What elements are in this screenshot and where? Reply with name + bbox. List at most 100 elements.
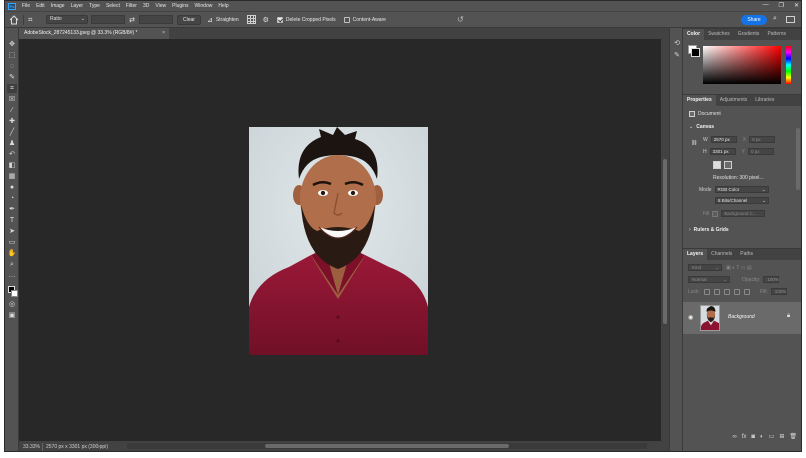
- tab-channels[interactable]: Channels: [707, 249, 736, 260]
- menu-select[interactable]: Select: [103, 3, 123, 9]
- layer-kind-filter[interactable]: Kind ⌄: [688, 264, 722, 271]
- pen-tool-icon[interactable]: ✒: [7, 205, 17, 214]
- lock-position-icon[interactable]: [723, 288, 730, 295]
- eyedropper-tool-icon[interactable]: ⁄: [7, 106, 17, 115]
- tab-paths[interactable]: Paths: [736, 249, 757, 260]
- link-icon[interactable]: ∞: [732, 434, 736, 440]
- document-image[interactable]: [249, 127, 428, 355]
- menu-filter[interactable]: Filter: [123, 3, 140, 9]
- opacity-field[interactable]: 100%: [763, 276, 780, 283]
- vertical-scrollbar[interactable]: [661, 39, 669, 441]
- more-tools-icon[interactable]: …: [7, 271, 17, 280]
- lock-transparent-icon[interactable]: [703, 288, 710, 295]
- horizontal-scrollbar[interactable]: [127, 443, 647, 449]
- document-tab[interactable]: AdobeStock_287245133.jpeg @ 33.3% (RGB/8…: [19, 28, 169, 39]
- rulers-grids-header[interactable]: › Rulers & Grids: [689, 227, 729, 233]
- tab-adjustments[interactable]: Adjustments: [716, 95, 752, 106]
- history-panel-icon[interactable]: ⟲: [673, 40, 681, 48]
- tab-properties[interactable]: Properties: [683, 95, 716, 106]
- crop-tool-icon[interactable]: ⌗: [7, 84, 17, 93]
- menu-type[interactable]: Type: [86, 3, 103, 9]
- menu-edit[interactable]: Edit: [33, 3, 48, 9]
- ratio-height-field[interactable]: [139, 15, 173, 24]
- eye-icon[interactable]: ◉: [688, 314, 693, 321]
- properties-scrollbar-thumb[interactable]: [796, 128, 800, 190]
- tab-libraries[interactable]: Libraries: [751, 95, 778, 106]
- background-color-swatch[interactable]: [11, 290, 18, 297]
- menu-plugins[interactable]: Plugins: [169, 3, 191, 9]
- fx-icon[interactable]: fx: [742, 434, 747, 440]
- lock-pixels-icon[interactable]: [713, 288, 720, 295]
- home-icon[interactable]: [9, 14, 19, 25]
- screen-mode-icon[interactable]: ▣: [7, 311, 17, 320]
- healing-brush-tool-icon[interactable]: ✚: [7, 117, 17, 126]
- hue-slider[interactable]: [786, 46, 791, 84]
- adjustment-icon[interactable]: ◐: [760, 434, 764, 440]
- quick-selection-tool-icon[interactable]: ✎: [7, 73, 17, 82]
- tab-swatches[interactable]: Swatches: [704, 29, 734, 40]
- straighten-button[interactable]: ⊿ Straighten: [207, 16, 239, 24]
- frame-tool-icon[interactable]: ☒: [7, 95, 17, 104]
- lasso-tool-icon[interactable]: ◌: [7, 62, 17, 71]
- color-field[interactable]: [703, 46, 781, 84]
- new-layer-icon[interactable]: ⊞: [779, 433, 784, 440]
- folder-icon[interactable]: ▭: [769, 433, 775, 440]
- menu-image[interactable]: Image: [48, 3, 68, 9]
- foreground-color-chip[interactable]: [691, 48, 700, 57]
- trash-icon[interactable]: 🗑︎: [789, 433, 797, 440]
- zoom-level[interactable]: 33.33%: [19, 444, 40, 450]
- tab-layers[interactable]: Layers: [683, 249, 708, 260]
- clone-stamp-tool-icon[interactable]: ♟: [7, 139, 17, 148]
- lock-icon[interactable]: 🔒︎: [787, 313, 790, 320]
- menu-window[interactable]: Window: [192, 3, 216, 9]
- share-button[interactable]: Share: [741, 15, 767, 25]
- hand-tool-icon[interactable]: ✋: [7, 249, 17, 258]
- menu-help[interactable]: Help: [215, 3, 231, 9]
- history-brush-tool-icon[interactable]: ↶: [7, 150, 17, 159]
- menu-3d[interactable]: 3D: [140, 3, 152, 9]
- reset-icon[interactable]: ↺: [457, 15, 464, 24]
- bit-depth-select[interactable]: 8 Bits/Channel ⌄: [715, 197, 769, 204]
- overlay-grid-icon[interactable]: [246, 15, 256, 24]
- menu-file[interactable]: File: [19, 3, 33, 9]
- landscape-orientation-icon[interactable]: [724, 161, 732, 169]
- lock-artboard-icon[interactable]: [733, 288, 740, 295]
- minimize-icon[interactable]: —: [763, 2, 769, 9]
- brush-settings-icon[interactable]: ✎: [673, 52, 681, 60]
- x-field[interactable]: 0 px: [749, 136, 776, 143]
- mask-icon[interactable]: ◙: [751, 434, 755, 440]
- rectangle-tool-icon[interactable]: ▭: [7, 238, 17, 247]
- blur-tool-icon[interactable]: ●: [7, 183, 17, 192]
- close-icon[interactable]: ×: [162, 28, 165, 39]
- height-field[interactable]: 3301 px: [709, 148, 736, 155]
- lock-all-icon[interactable]: [743, 288, 750, 295]
- search-icon[interactable]: ⌕: [773, 15, 777, 23]
- tab-gradients[interactable]: Gradients: [734, 29, 764, 40]
- portrait-orientation-icon[interactable]: [713, 161, 721, 169]
- workspace-icon[interactable]: [786, 16, 795, 23]
- delete-cropped-pixels-checkbox[interactable]: Delete Cropped Pixels: [276, 16, 336, 23]
- menu-layer[interactable]: Layer: [68, 3, 87, 9]
- scrollbar-thumb[interactable]: [265, 444, 509, 448]
- path-selection-tool-icon[interactable]: ➤: [7, 227, 17, 236]
- swap-icon[interactable]: ⇄: [128, 16, 136, 24]
- link-icon[interactable]: ⛓: [691, 140, 697, 146]
- fill-select[interactable]: Background C...: [721, 210, 766, 217]
- marquee-tool-icon[interactable]: ⬚: [7, 51, 17, 60]
- maximize-icon[interactable]: ❐: [779, 2, 784, 9]
- crop-tool-icon[interactable]: ⌗: [28, 15, 42, 25]
- move-tool-icon[interactable]: ✥: [7, 40, 17, 49]
- quick-mask-icon[interactable]: ◎: [7, 300, 17, 309]
- y-field[interactable]: 0 px: [747, 148, 774, 155]
- filter-icons[interactable]: ▣ ◐ T ▭ ▤: [726, 265, 752, 271]
- canvas-section-header[interactable]: ⌄ Canvas: [689, 124, 714, 130]
- layer-row[interactable]: ◉ Background 🔒︎: [683, 302, 801, 334]
- scrollbar-thumb[interactable]: [663, 159, 667, 324]
- mode-select[interactable]: RGB Color ⌄: [714, 186, 769, 193]
- dodge-tool-icon[interactable]: ◔: [7, 194, 17, 203]
- zoom-tool-icon[interactable]: ⌕: [7, 260, 17, 269]
- clear-button[interactable]: Clear: [177, 14, 201, 25]
- fill-field[interactable]: 100%: [770, 288, 787, 295]
- type-tool-icon[interactable]: T: [7, 216, 17, 225]
- ratio-select[interactable]: Ratio ⌄: [46, 15, 88, 24]
